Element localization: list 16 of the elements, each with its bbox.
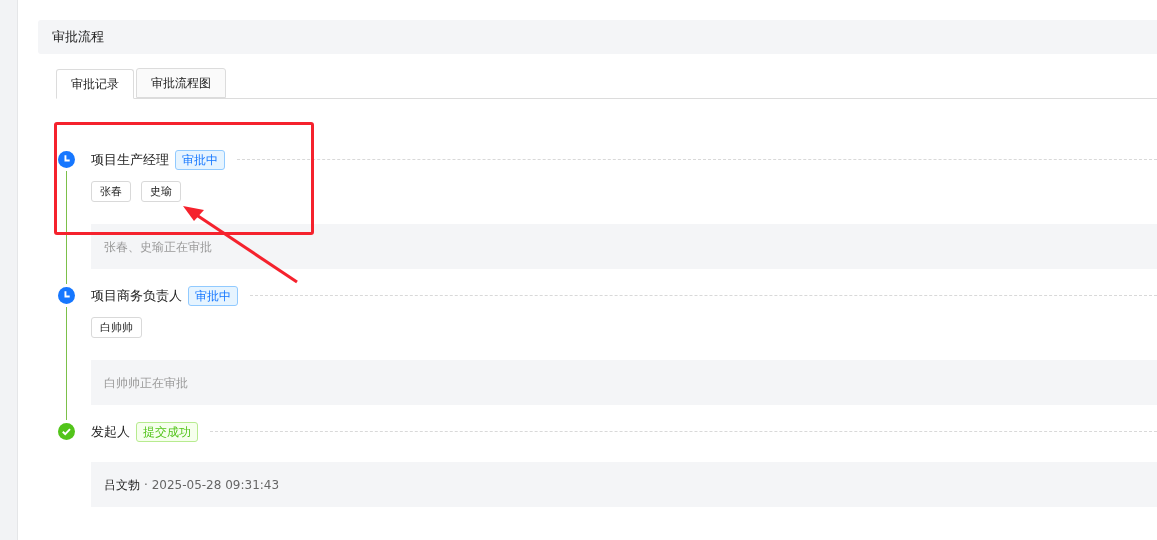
step-title: 项目商务负责人 xyxy=(91,286,182,305)
note-text: 张春、史瑜正在审批 xyxy=(104,238,212,256)
approver-chip: 白帅帅 xyxy=(91,317,142,338)
status-tag: 审批中 xyxy=(175,149,225,170)
note-text: 白帅帅正在审批 xyxy=(104,374,188,392)
tab[interactable]: 审批流程图 xyxy=(136,68,226,98)
approver-chip: 史瑜 xyxy=(141,181,181,202)
step-title: 发起人 xyxy=(91,422,130,441)
step-title: 项目生产经理 xyxy=(91,150,169,169)
status-tag: 提交成功 xyxy=(136,421,198,442)
submit-time: · 2025-05-28 09:31:43 xyxy=(144,476,280,494)
submitter-name: 吕文勃 xyxy=(104,476,140,494)
section-header: 审批流程 xyxy=(38,20,1157,54)
approver-chip: 张春 xyxy=(91,181,131,202)
status-tag: 审批中 xyxy=(188,285,238,306)
tab[interactable]: 审批记录 xyxy=(56,69,134,99)
